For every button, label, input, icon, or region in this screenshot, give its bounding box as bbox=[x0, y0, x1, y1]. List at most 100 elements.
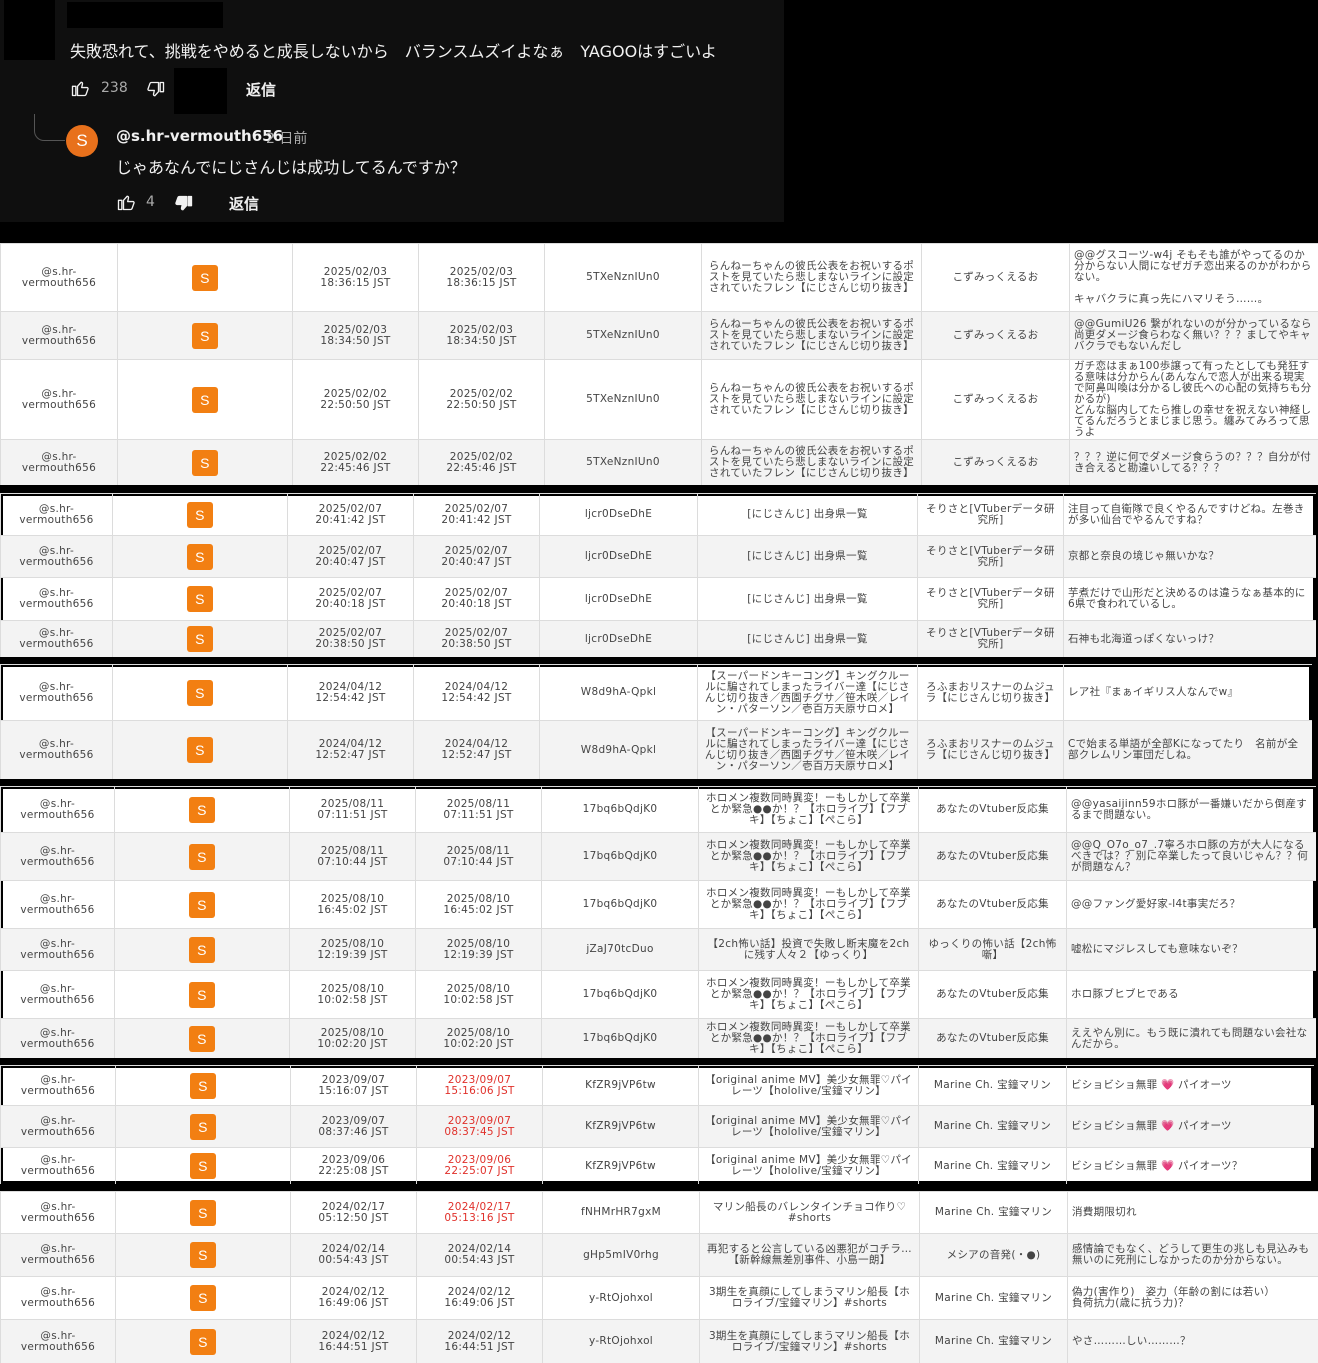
video-title[interactable]: 3期生を真顔にしてしまうマリン船長【ホロライブ/宝鐘マリン】#shorts bbox=[709, 1330, 910, 1353]
video-title[interactable]: 【スーパードンキーコング】キングクルールに騙されてしまったライバー達【にじさんじ… bbox=[705, 727, 910, 772]
video-title[interactable]: らんねーちゃんの彼氏公表をお祝いするポストを見ていたら悲しまないラインに設定され… bbox=[709, 318, 914, 352]
video-title[interactable]: 【original anime MV】美少女無罪♡パイレーツ【hololive/… bbox=[705, 1115, 912, 1138]
reply-author[interactable]: @s.hr-vermouth656 bbox=[116, 127, 283, 145]
channel-name[interactable]: メシアの音発(・●) bbox=[947, 1249, 1041, 1261]
avatar[interactable]: S bbox=[187, 501, 213, 528]
avatar[interactable]: S bbox=[190, 1072, 216, 1099]
video-title[interactable]: [にじさんじ] 出身県一覧 bbox=[747, 508, 867, 520]
avatar[interactable]: S bbox=[190, 1285, 216, 1311]
user-name[interactable]: @s.hr-vermouth656 bbox=[19, 587, 93, 610]
video-title[interactable]: ホロメン複数同時異変！ーもしかして卒業とか緊急●●か！？【ホロライブ】【フブキ】… bbox=[706, 887, 911, 921]
user-name[interactable]: @s.hr-vermouth656 bbox=[21, 1286, 95, 1309]
avatar[interactable]: S bbox=[190, 1199, 216, 1226]
user-name[interactable]: @s.hr-vermouth656 bbox=[19, 681, 93, 704]
user-name[interactable]: @s.hr-vermouth656 bbox=[19, 738, 93, 761]
user-name[interactable]: @s.hr-vermouth656 bbox=[19, 503, 93, 526]
avatar[interactable]: S bbox=[189, 796, 215, 823]
avatar[interactable]: S bbox=[192, 386, 218, 413]
video-id[interactable]: y-RtOjohxol bbox=[589, 1292, 653, 1304]
avatar[interactable]: S bbox=[190, 1153, 216, 1179]
channel-name[interactable]: Marine Ch. 宝鐘マリン bbox=[935, 1335, 1052, 1347]
user-name[interactable]: @s.hr-vermouth656 bbox=[21, 1154, 95, 1177]
avatar[interactable]: S bbox=[187, 586, 213, 612]
user-name[interactable]: @s.hr-vermouth656 bbox=[20, 893, 94, 916]
video-id[interactable]: KfZR9jVP6tw bbox=[585, 1160, 656, 1172]
video-title[interactable]: 3期生を真顔にしてしまうマリン船長【ホロライブ/宝鐘マリン】#shorts bbox=[709, 1286, 910, 1309]
user-name[interactable]: @s.hr-vermouth656 bbox=[20, 845, 94, 868]
video-title[interactable]: らんねーちゃんの彼氏公表をお祝いするポストを見ていたら悲しまないラインに設定され… bbox=[709, 445, 914, 479]
channel-name[interactable]: ろふまおリスナーのムジュラ【にじさんじ切り抜き】 bbox=[926, 681, 1056, 704]
video-id[interactable]: 5TXeNznIUn0 bbox=[586, 456, 660, 468]
video-id[interactable]: 17bq6bQdjK0 bbox=[583, 898, 658, 910]
channel-name[interactable]: Marine Ch. 宝鐘マリン bbox=[934, 1120, 1051, 1132]
avatar[interactable]: S bbox=[189, 1025, 215, 1052]
user-name[interactable]: @s.hr-vermouth656 bbox=[20, 938, 94, 961]
reply-avatar[interactable]: S bbox=[66, 125, 98, 157]
user-name[interactable]: @s.hr-vermouth656 bbox=[20, 1027, 94, 1050]
channel-name[interactable]: Marine Ch. 宝鐘マリン bbox=[935, 1206, 1052, 1218]
video-title[interactable]: 【original anime MV】美少女無罪♡パイレーツ【hololive/… bbox=[705, 1074, 912, 1097]
video-id[interactable]: W8d9hA-Qpkl bbox=[581, 744, 656, 756]
channel-name[interactable]: あなたのVtuber反応集 bbox=[936, 850, 1049, 862]
user-name[interactable]: @s.hr-vermouth656 bbox=[19, 545, 93, 568]
channel-name[interactable]: あなたのVtuber反応集 bbox=[936, 803, 1049, 815]
video-title[interactable]: [にじさんじ] 出身県一覧 bbox=[747, 550, 867, 562]
channel-name[interactable]: こずみっくえるお bbox=[953, 271, 1039, 283]
like-icon[interactable] bbox=[70, 78, 90, 102]
user-name[interactable]: @s.hr-vermouth656 bbox=[22, 324, 96, 347]
user-name[interactable]: @s.hr-vermouth656 bbox=[21, 1243, 95, 1266]
user-name[interactable]: @s.hr-vermouth656 bbox=[21, 1330, 95, 1353]
user-name[interactable]: @s.hr-vermouth656 bbox=[22, 388, 96, 411]
video-id[interactable]: ljcr0DseDhE bbox=[585, 508, 652, 520]
video-title[interactable]: [にじさんじ] 出身県一覧 bbox=[747, 633, 867, 645]
avatar[interactable]: S bbox=[192, 449, 218, 476]
avatar[interactable]: S bbox=[189, 936, 215, 963]
avatar[interactable]: S bbox=[187, 543, 213, 570]
avatar[interactable]: S bbox=[187, 626, 213, 652]
avatar[interactable]: S bbox=[192, 322, 218, 349]
user-name[interactable]: @s.hr-vermouth656 bbox=[22, 266, 96, 289]
video-title[interactable]: 再犯すると公言している凶悪犯がコチラ…【新幹線無差別事件、小島一朗】 bbox=[707, 1243, 912, 1266]
avatar[interactable]: S bbox=[189, 981, 215, 1008]
user-name[interactable]: @s.hr-vermouth656 bbox=[22, 451, 96, 474]
user-name[interactable]: @s.hr-vermouth656 bbox=[21, 1201, 95, 1224]
video-id[interactable]: ljcr0DseDhE bbox=[585, 593, 652, 605]
video-id[interactable]: 17bq6bQdjK0 bbox=[583, 1032, 658, 1044]
video-id[interactable]: jZaJ70tcDuo bbox=[586, 943, 653, 955]
video-id[interactable]: W8d9hA-Qpkl bbox=[581, 686, 656, 698]
avatar[interactable]: S bbox=[189, 843, 215, 870]
video-title[interactable]: マリン船長のバレンタインチョコ作り♡ #shorts bbox=[713, 1201, 906, 1224]
user-name[interactable]: @s.hr-vermouth656 bbox=[21, 1074, 95, 1097]
channel-name[interactable]: Marine Ch. 宝鐘マリン bbox=[934, 1160, 1051, 1172]
avatar[interactable]: S bbox=[190, 1113, 216, 1140]
video-id[interactable]: y-RtOjohxol bbox=[589, 1335, 653, 1347]
video-title[interactable]: 【2ch怖い話】投資で失敗し断末魔を2chに残す人々２【ゆっくり】 bbox=[707, 938, 909, 961]
channel-name[interactable]: Marine Ch. 宝鐘マリン bbox=[935, 1292, 1052, 1304]
video-title[interactable]: らんねーちゃんの彼氏公表をお祝いするポストを見ていたら悲しまないラインに設定され… bbox=[709, 260, 914, 294]
channel-name[interactable]: こずみっくえるお bbox=[953, 393, 1039, 405]
channel-name[interactable]: そりさと[VTuberデータ研究所] bbox=[926, 587, 1055, 610]
reply-button[interactable]: 返信 bbox=[246, 79, 276, 100]
user-name[interactable]: @s.hr-vermouth656 bbox=[20, 983, 94, 1006]
channel-name[interactable]: あなたのVtuber反応集 bbox=[936, 1032, 1049, 1044]
video-id[interactable]: 17bq6bQdjK0 bbox=[583, 850, 658, 862]
channel-name[interactable]: そりさと[VTuberデータ研究所] bbox=[926, 503, 1055, 526]
reply-like-icon[interactable] bbox=[116, 192, 136, 216]
video-id[interactable]: KfZR9jVP6tw bbox=[585, 1079, 656, 1091]
reply-reply-button[interactable]: 返信 bbox=[229, 193, 259, 214]
video-id[interactable]: ljcr0DseDhE bbox=[585, 633, 652, 645]
avatar[interactable]: S bbox=[189, 891, 215, 918]
avatar[interactable]: S bbox=[187, 737, 213, 763]
video-title[interactable]: ホロメン複数同時異変！ーもしかして卒業とか緊急●●か！？【ホロライブ】【フブキ】… bbox=[706, 792, 911, 826]
user-name[interactable]: @s.hr-vermouth656 bbox=[20, 798, 94, 821]
avatar[interactable]: S bbox=[190, 1242, 216, 1268]
channel-name[interactable]: そりさと[VTuberデータ研究所] bbox=[926, 627, 1055, 650]
dislike-icon[interactable] bbox=[146, 80, 166, 104]
user-name[interactable]: @s.hr-vermouth656 bbox=[19, 627, 93, 650]
video-id[interactable]: 17bq6bQdjK0 bbox=[583, 988, 658, 1000]
channel-name[interactable]: Marine Ch. 宝鐘マリン bbox=[934, 1079, 1051, 1091]
video-title[interactable]: 【スーパードンキーコング】キングクルールに騙されてしまったライバー達【にじさんじ… bbox=[705, 670, 910, 715]
channel-name[interactable]: そりさと[VTuberデータ研究所] bbox=[926, 545, 1055, 568]
reply-time[interactable]: 2 日前 bbox=[266, 128, 307, 148]
video-title[interactable]: 【original anime MV】美少女無罪♡パイレーツ【hololive/… bbox=[705, 1154, 912, 1177]
